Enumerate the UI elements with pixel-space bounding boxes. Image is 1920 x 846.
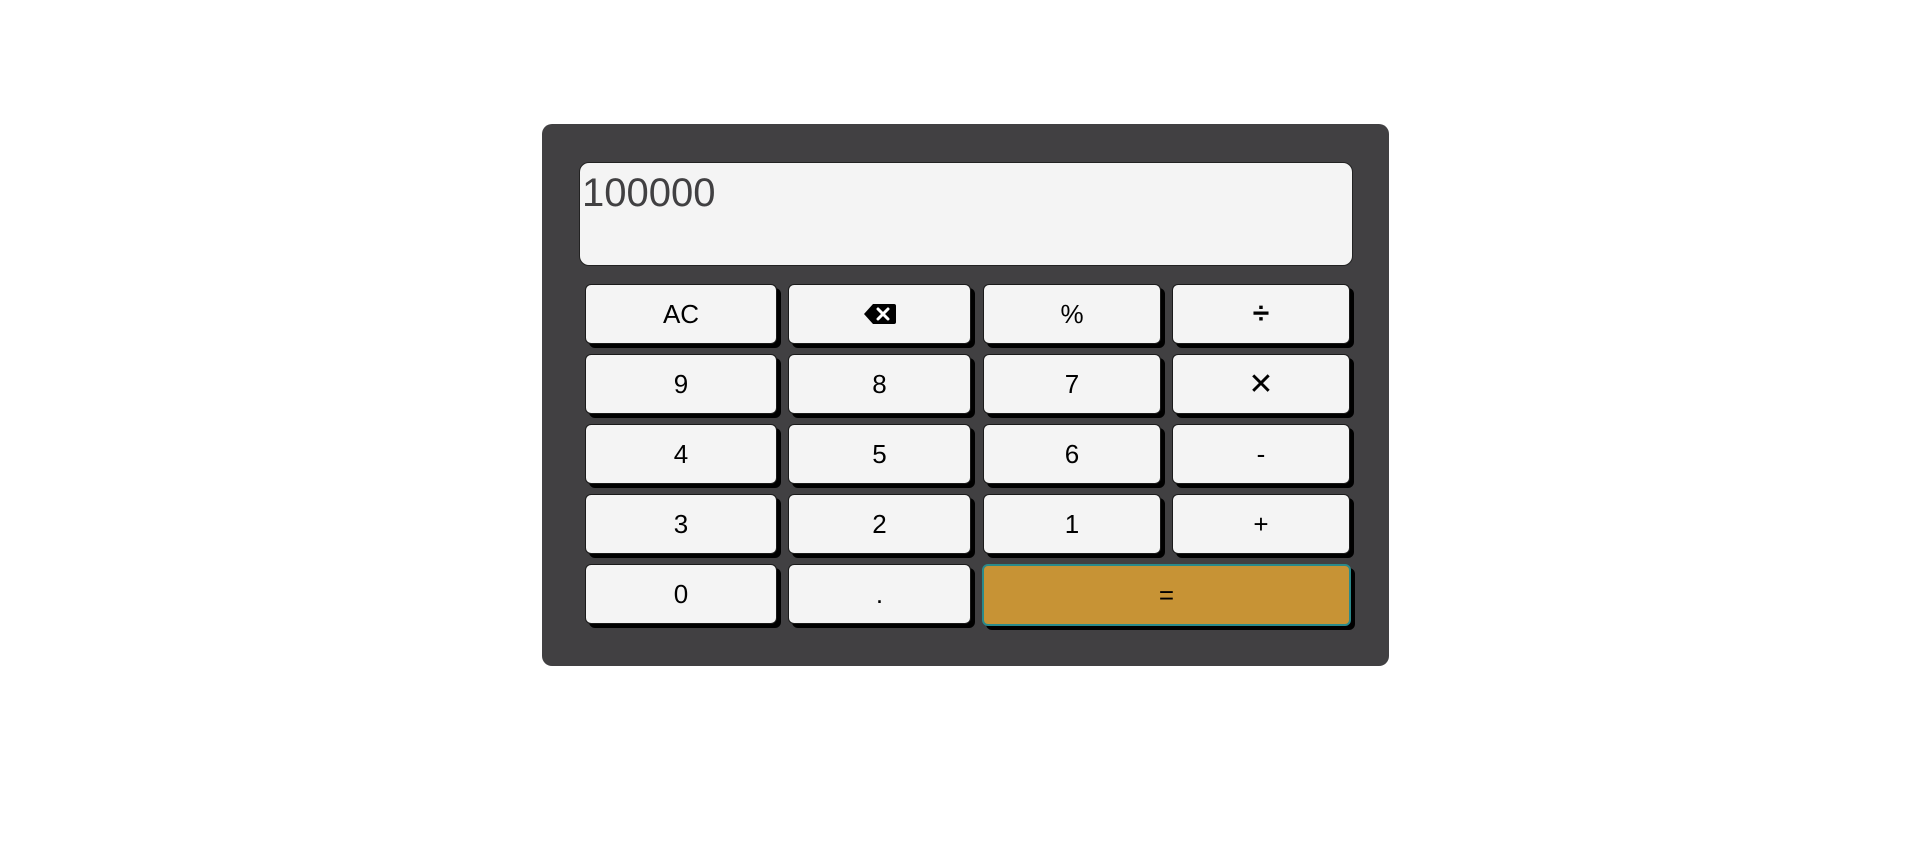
- multiply-icon: ✕: [1248, 367, 1274, 401]
- divide-icon: ÷: [1252, 297, 1270, 330]
- digit-3-button[interactable]: 3: [585, 494, 777, 554]
- keypad: AC % ÷ 9 8 7 ✕ 4 5 6 - 3 2 1 + 0 . =: [585, 284, 1355, 626]
- multiply-button[interactable]: ✕: [1172, 354, 1350, 414]
- percent-button[interactable]: %: [983, 284, 1161, 344]
- backspace-icon: [863, 304, 896, 324]
- digit-9-button[interactable]: 9: [585, 354, 777, 414]
- decimal-button[interactable]: .: [788, 564, 971, 624]
- backspace-button[interactable]: [788, 284, 971, 344]
- add-button[interactable]: +: [1172, 494, 1350, 554]
- clear-button[interactable]: AC: [585, 284, 777, 344]
- display-screen: 100000: [579, 162, 1353, 266]
- subtract-button[interactable]: -: [1172, 424, 1350, 484]
- digit-6-button[interactable]: 6: [983, 424, 1161, 484]
- calculator: 100000 AC % ÷ 9 8 7 ✕ 4 5 6 - 3 2 1 + 0 …: [542, 124, 1389, 666]
- digit-4-button[interactable]: 4: [585, 424, 777, 484]
- equals-button[interactable]: =: [982, 564, 1351, 626]
- digit-1-button[interactable]: 1: [983, 494, 1161, 554]
- digit-2-button[interactable]: 2: [788, 494, 971, 554]
- divide-button[interactable]: ÷: [1172, 284, 1350, 344]
- digit-8-button[interactable]: 8: [788, 354, 971, 414]
- digit-5-button[interactable]: 5: [788, 424, 971, 484]
- digit-0-button[interactable]: 0: [585, 564, 777, 624]
- digit-7-button[interactable]: 7: [983, 354, 1161, 414]
